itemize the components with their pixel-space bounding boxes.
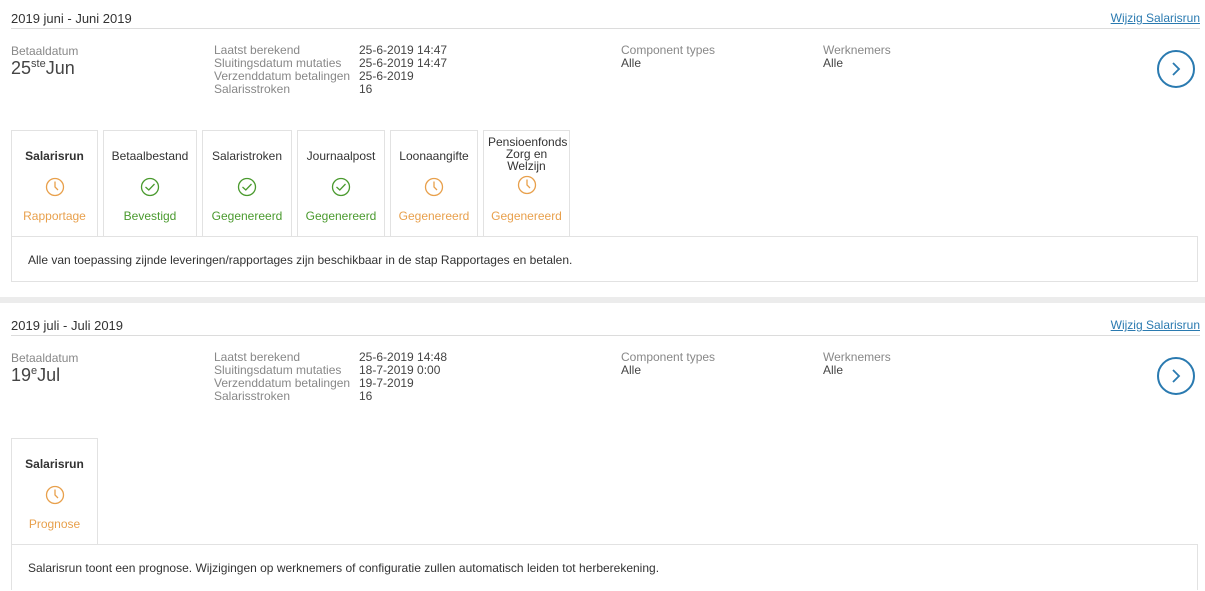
edit-salary-run-link[interactable]: Wijzig Salarisrun xyxy=(1111,11,1200,25)
tab-pensioenfonds[interactable]: Pensioenfonds Zorg en Welzijn Gegenereer… xyxy=(483,130,570,236)
tab-loonaangifte[interactable]: Loonaangifte Gegenereerd xyxy=(390,130,478,236)
edit-salary-run-link[interactable]: Wijzig Salarisrun xyxy=(1111,318,1200,332)
pay-date-label: Betaaldatum xyxy=(11,351,79,365)
tab-journaalpost[interactable]: Journaalpost Gegenereerd xyxy=(297,130,385,236)
run-details: Laatst berekend 25-6-2019 14:47 Sluitings… xyxy=(214,43,448,96)
tab-salarisrun[interactable]: Salarisrun Prognose xyxy=(11,438,98,544)
run-title: 2019 juli - Juli 2019 xyxy=(11,318,124,333)
employees: Werknemers Alle xyxy=(823,43,891,70)
check-circle-icon xyxy=(140,177,160,197)
clock-icon xyxy=(517,175,536,195)
check-circle-icon xyxy=(237,177,257,197)
employees: Werknemers Alle xyxy=(823,350,891,377)
clock-icon xyxy=(424,177,444,197)
section-divider xyxy=(0,297,1205,303)
pay-date-value: 19eJul xyxy=(11,365,61,385)
tab-salarisrun[interactable]: Salarisrun Rapportage xyxy=(11,130,98,236)
chevron-right-icon xyxy=(1172,62,1181,76)
run-message: Salarisrun toont een prognose. Wijziging… xyxy=(11,544,1198,590)
clock-icon xyxy=(45,177,64,197)
component-types: Component types Alle xyxy=(621,43,716,70)
run-header: 2019 juni - Juni 2019 Wijzig Salarisrun xyxy=(11,0,1200,29)
next-step-button[interactable] xyxy=(1157,357,1195,395)
pay-date-value: 25steJun xyxy=(11,58,75,78)
check-circle-icon xyxy=(331,177,351,197)
component-types: Component types Alle xyxy=(621,350,716,377)
step-tabs: Salarisrun Rapportage Betaalbestand Beve… xyxy=(11,130,575,236)
run-header: 2019 juli - Juli 2019 Wijzig Salarisrun xyxy=(11,307,1200,336)
chevron-right-icon xyxy=(1172,369,1181,383)
run-message: Alle van toepassing zijnde leveringen/ra… xyxy=(11,236,1198,282)
tab-salaristroken[interactable]: Salaristroken Gegenereerd xyxy=(202,130,292,236)
run-details: Laatst berekend 25-6-2019 14:48 Sluitings… xyxy=(214,350,448,403)
next-step-button[interactable] xyxy=(1157,50,1195,88)
pay-date-label: Betaaldatum xyxy=(11,44,79,58)
run-title: 2019 juni - Juni 2019 xyxy=(11,11,132,26)
tab-betaalbestand[interactable]: Betaalbestand Bevestigd xyxy=(103,130,197,236)
clock-icon xyxy=(45,485,64,505)
step-tabs: Salarisrun Prognose xyxy=(11,438,103,544)
